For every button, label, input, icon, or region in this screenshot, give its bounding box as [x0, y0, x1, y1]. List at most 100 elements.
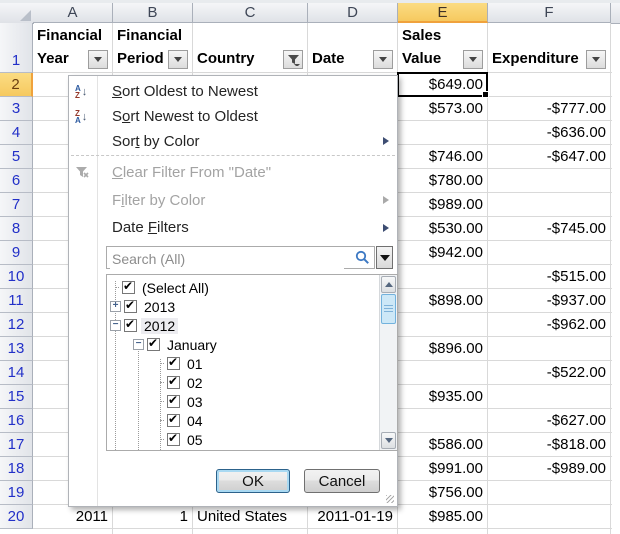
tree-item-05[interactable]: 05 [107, 430, 206, 449]
column-header-b[interactable]: B [113, 3, 193, 23]
cell-expenditure[interactable]: -$627.00 [488, 409, 611, 433]
row-header-5[interactable]: 5 [0, 145, 33, 169]
cell-expenditure[interactable]: -$777.00 [488, 97, 611, 121]
filter-button-expenditure[interactable] [586, 50, 606, 69]
cell-sales-value[interactable]: $780.00 [398, 169, 488, 193]
cell-sales-value[interactable]: $898.00 [398, 289, 488, 313]
checkbox-2012[interactable] [124, 319, 137, 332]
fill-handle[interactable] [482, 91, 489, 98]
filter-button-financial-year[interactable] [88, 50, 108, 69]
tree-item-02[interactable]: 02 [107, 373, 206, 392]
cancel-button[interactable]: Cancel [304, 469, 380, 493]
tree-scrollbar[interactable] [379, 275, 397, 450]
cell-sales-value[interactable]: $573.00 [398, 97, 488, 121]
scroll-down-button[interactable] [381, 432, 396, 449]
cell-sales-value[interactable]: $985.00 [398, 505, 488, 529]
checkbox-04[interactable] [167, 414, 180, 427]
row-header-7[interactable]: 7 [0, 193, 33, 217]
cell-expenditure[interactable]: -$522.00 [488, 361, 611, 385]
checkbox-(Select All)[interactable] [122, 281, 135, 294]
cell-expenditure[interactable]: -$962.00 [488, 313, 611, 337]
checkbox-January[interactable] [147, 338, 160, 351]
filter-button-sales-value[interactable] [463, 50, 483, 69]
cell-sales-value[interactable]: $586.00 [398, 433, 488, 457]
menu-item-clear-filter-from-date[interactable]: Clear Filter From "Date" [69, 158, 397, 186]
row-header-20[interactable]: 20 [0, 505, 33, 529]
row-header-14[interactable]: 14 [0, 361, 33, 385]
search-box[interactable] [106, 246, 375, 269]
filter-button-financial-period[interactable] [168, 50, 188, 69]
row-header-3[interactable]: 3 [0, 97, 33, 121]
row-header-9[interactable]: 9 [0, 241, 33, 265]
column-header-a[interactable]: A [33, 3, 113, 23]
cell-financial-period[interactable]: 1 [113, 505, 193, 529]
checkbox-01[interactable] [167, 357, 180, 370]
row-header-8[interactable]: 8 [0, 217, 33, 241]
tree-item-01[interactable]: 01 [107, 354, 206, 373]
column-header-e[interactable]: E [398, 3, 488, 23]
row-header-17[interactable]: 17 [0, 433, 33, 457]
tree-item-january[interactable]: −January [107, 335, 220, 354]
cell-expenditure[interactable]: -$989.00 [488, 457, 611, 481]
column-header-c[interactable]: C [193, 3, 308, 23]
scroll-up-button[interactable] [381, 276, 396, 293]
filter-button-country[interactable] [283, 50, 303, 69]
tree-item-03[interactable]: 03 [107, 392, 206, 411]
tree-item-2013[interactable]: +2013 [107, 297, 178, 316]
cell-expenditure[interactable]: -$647.00 [488, 145, 611, 169]
row-header-10[interactable]: 10 [0, 265, 33, 289]
expand-plus-icon[interactable]: + [110, 301, 121, 312]
checkbox-03[interactable] [167, 395, 180, 408]
row-header-12[interactable]: 12 [0, 313, 33, 337]
tree-item-select-all[interactable]: (Select All) [107, 278, 212, 297]
row-header-11[interactable]: 11 [0, 289, 33, 313]
ok-button[interactable]: OK [216, 469, 290, 493]
cell-sales-value[interactable]: $935.00 [398, 385, 488, 409]
checkbox-05[interactable] [167, 433, 180, 446]
column-header-f[interactable]: F [488, 3, 611, 23]
tree-item-partial[interactable] [107, 449, 184, 451]
search-input[interactable] [110, 248, 344, 269]
cell-sales-value[interactable]: $756.00 [398, 481, 488, 505]
row-header-16[interactable]: 16 [0, 409, 33, 433]
filter-button-date[interactable] [373, 50, 393, 69]
menu-item-filter-by-color[interactable]: Filter by Color [69, 186, 397, 214]
row-header-1[interactable]: 1 [0, 23, 33, 73]
cell-country[interactable]: United States [193, 505, 308, 529]
row-header-2[interactable]: 2 [0, 73, 33, 97]
row-header-19[interactable]: 19 [0, 481, 33, 505]
collapse-minus-icon[interactable]: − [110, 320, 121, 331]
tree-item-2012[interactable]: −2012 [107, 316, 178, 335]
row-header-15[interactable]: 15 [0, 385, 33, 409]
search-scope-dropdown-button[interactable] [376, 246, 393, 269]
tree-item-label: 03 [184, 394, 206, 410]
cell-sales-value[interactable]: $530.00 [398, 217, 488, 241]
cell-sales-value[interactable]: $746.00 [398, 145, 488, 169]
cell-financial-year[interactable]: 2011 [33, 505, 113, 529]
row-header-18[interactable]: 18 [0, 457, 33, 481]
menu-item-sort-by-color[interactable]: Sort by Color [69, 129, 397, 153]
tree-item-04[interactable]: 04 [107, 411, 206, 430]
cell-sales-value[interactable]: $989.00 [398, 193, 488, 217]
checkbox-2013[interactable] [124, 300, 137, 313]
row-header-13[interactable]: 13 [0, 337, 33, 361]
select-all-corner[interactable] [0, 3, 34, 24]
cell-date[interactable]: 2011-01-19 [308, 505, 398, 529]
cell-expenditure[interactable]: -$818.00 [488, 433, 611, 457]
menu-item-date-filters[interactable]: Date Filters [69, 214, 397, 241]
cell-expenditure[interactable]: -$515.00 [488, 265, 611, 289]
resize-grip[interactable] [386, 495, 394, 503]
checkbox-02[interactable] [167, 376, 180, 389]
collapse-minus-icon[interactable]: − [133, 339, 144, 350]
scrollbar-thumb[interactable] [381, 294, 396, 324]
menu-item-sort-oldest-to-newest[interactable]: AZ↓Sort Oldest to Newest [69, 79, 397, 104]
cell-sales-value[interactable]: $991.00 [398, 457, 488, 481]
menu-item-sort-newest-to-oldest[interactable]: ZA↓Sort Newest to Oldest [69, 104, 397, 129]
row-header-6[interactable]: 6 [0, 169, 33, 193]
cell-sales-value[interactable]: $896.00 [398, 337, 488, 361]
column-header-d[interactable]: D [308, 3, 398, 23]
row-header-4[interactable]: 4 [0, 121, 33, 145]
cell-expenditure[interactable]: -$636.00 [488, 121, 611, 145]
cell-expenditure[interactable]: -$937.00 [488, 289, 611, 313]
cell-expenditure[interactable]: -$745.00 [488, 217, 611, 241]
